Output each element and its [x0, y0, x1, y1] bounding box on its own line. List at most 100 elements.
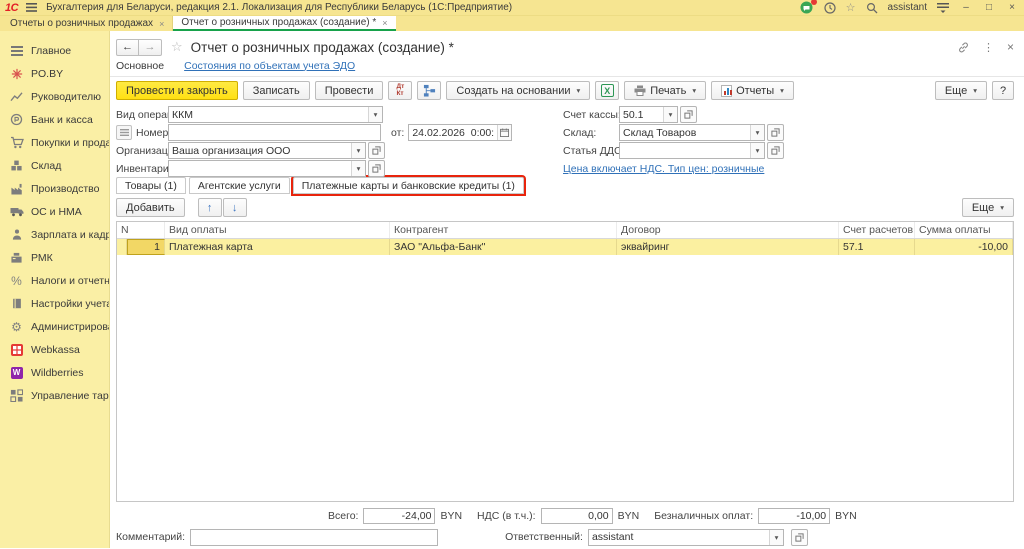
column-header[interactable]: N	[117, 222, 165, 238]
number-input[interactable]	[168, 124, 381, 141]
tab-agent-services[interactable]: Агентские услуги	[188, 177, 290, 194]
save-button[interactable]: Записать	[242, 81, 310, 100]
favorite-star-icon[interactable]: ☆	[171, 39, 183, 55]
create-based-on-button[interactable]: Создать на основании ▾	[446, 81, 591, 100]
inventory-input[interactable]	[169, 161, 351, 176]
sidebar-item-warehouse[interactable]: Склад	[0, 154, 109, 177]
favorites-icon[interactable]: ☆	[846, 1, 856, 14]
calendar-icon[interactable]	[497, 125, 512, 140]
comment-input[interactable]	[190, 528, 439, 546]
forward-button[interactable]: →	[139, 38, 162, 56]
cell-contract[interactable]: эквайринг	[617, 239, 839, 255]
restore-button[interactable]: □	[982, 2, 996, 13]
responsible-open-button[interactable]	[790, 528, 808, 546]
dds-article-open-button[interactable]	[767, 142, 784, 159]
sidebar-item-production[interactable]: Производство	[0, 177, 109, 200]
close-button[interactable]: ×	[1005, 2, 1019, 13]
minimize-button[interactable]: –	[959, 2, 973, 13]
table-row[interactable]: 1 Платежная карта ЗАО "Альфа-Банк" эквай…	[117, 239, 1013, 255]
sidebar-item-salary-hr[interactable]: Зарплата и кадры	[0, 223, 109, 246]
date-field[interactable]	[408, 124, 513, 141]
sidebar-item-po-by[interactable]: PO.BY	[0, 62, 109, 85]
sidebar-item-fixed-assets[interactable]: ОС и НМА	[0, 200, 109, 223]
cell-row-number[interactable]: 1	[127, 239, 165, 255]
table-more-button[interactable]: Еще ▾	[961, 198, 1014, 217]
help-button[interactable]: ?	[992, 81, 1014, 100]
dds-article-select[interactable]: ▾	[619, 142, 765, 159]
sidebar-item-bank-cash[interactable]: Банк и касса	[0, 108, 109, 131]
dropdown-icon[interactable]: ▾	[768, 529, 783, 545]
move-down-button[interactable]: ↓	[222, 198, 247, 217]
organization-select[interactable]: ▾	[168, 142, 366, 159]
tab-goods[interactable]: Товары (1)	[116, 177, 186, 194]
responsible-input[interactable]	[588, 529, 769, 545]
cell-settlement-account[interactable]: 57.1	[839, 239, 915, 255]
dropdown-icon[interactable]: ▾	[750, 125, 764, 140]
warehouse-select[interactable]: ▾	[619, 124, 765, 141]
tab-close-icon[interactable]: ×	[159, 19, 164, 29]
cell-amount[interactable]: -10,00	[915, 239, 1013, 255]
structure-button[interactable]	[417, 81, 442, 100]
inventory-open-button[interactable]	[368, 160, 385, 177]
add-row-button[interactable]: Добавить	[116, 198, 185, 217]
more-dots-icon[interactable]: ⋮	[983, 41, 994, 54]
sidebar-item-main[interactable]: Главное	[0, 39, 109, 62]
number-settings-button[interactable]	[116, 125, 132, 140]
operation-type-input[interactable]	[169, 107, 368, 122]
sidebar-item-accounting-settings[interactable]: Настройки учета	[0, 292, 109, 315]
cell-payment-type[interactable]: Платежная карта	[165, 239, 390, 255]
tab-retail-reports-list[interactable]: Отчеты о розничных продажах ×	[2, 16, 174, 31]
tab-payment-cards[interactable]: Платежные карты и банковские кредиты (1)	[292, 177, 524, 194]
post-and-close-button[interactable]: Провести и закрыть	[116, 81, 238, 100]
table-empty-area[interactable]	[117, 255, 1013, 501]
user-menu-icon[interactable]	[936, 1, 950, 15]
price-includes-vat-link[interactable]: Цена включает НДС. Тип цен: розничные	[563, 163, 764, 175]
sidebar-item-tariff[interactable]: Управление тарифом	[0, 384, 109, 407]
column-header[interactable]: Контрагент	[390, 222, 617, 238]
cash-account-open-button[interactable]	[680, 106, 697, 123]
search-icon[interactable]	[865, 1, 879, 15]
sidebar-item-manager[interactable]: Руководителю	[0, 85, 109, 108]
column-header[interactable]: Счет расчетов	[839, 222, 915, 238]
dropdown-icon[interactable]: ▾	[750, 143, 764, 158]
current-user[interactable]: assistant	[888, 2, 927, 13]
nav-main[interactable]: Основное	[116, 60, 164, 72]
dds-article-input[interactable]	[620, 143, 750, 158]
total-input[interactable]	[363, 507, 436, 524]
dropdown-icon[interactable]: ▾	[351, 143, 365, 158]
cell-counterparty[interactable]: ЗАО "Альфа-Банк"	[390, 239, 617, 255]
nav-link-icon[interactable]	[957, 41, 970, 54]
history-icon[interactable]	[823, 1, 837, 15]
inventory-select[interactable]: ▾	[168, 160, 366, 177]
cashless-input[interactable]	[758, 507, 831, 524]
tab-retail-report-new[interactable]: Отчет о розничных продажах (создание) * …	[173, 16, 396, 31]
responsible-select[interactable]: ▾	[587, 528, 784, 546]
dt-kt-postings-button[interactable]: Дт Кт	[388, 81, 413, 100]
sidebar-item-administration[interactable]: ⚙ Администрирование	[0, 315, 109, 338]
move-up-button[interactable]: ↑	[197, 198, 222, 217]
column-header[interactable]: Сумма оплаты	[915, 222, 1013, 238]
more-button[interactable]: Еще ▾	[934, 81, 987, 100]
sidebar-item-wildberries[interactable]: W Wildberries	[0, 361, 109, 384]
nav-edo-states[interactable]: Состояния по объектам учета ЭДО	[184, 60, 355, 72]
dropdown-icon[interactable]: ▾	[663, 107, 677, 122]
form-close-icon[interactable]: ×	[1007, 40, 1014, 54]
print-button[interactable]: Печать ▾	[624, 81, 707, 100]
vat-input[interactable]	[540, 507, 613, 524]
column-header[interactable]: Вид оплаты	[165, 222, 390, 238]
date-input[interactable]	[409, 125, 498, 140]
cash-account-select[interactable]: ▾	[619, 106, 678, 123]
back-button[interactable]: ←	[116, 38, 139, 56]
dropdown-icon[interactable]: ▾	[368, 107, 382, 122]
organization-open-button[interactable]	[368, 142, 385, 159]
reports-button[interactable]: Отчеты ▾	[711, 81, 794, 100]
sidebar-item-taxes[interactable]: % Налоги и отчетность	[0, 269, 109, 292]
warehouse-open-button[interactable]	[767, 124, 784, 141]
post-button[interactable]: Провести	[314, 81, 384, 100]
dropdown-icon[interactable]: ▾	[351, 161, 365, 176]
warehouse-input[interactable]	[620, 125, 750, 140]
tab-close-icon[interactable]: ×	[382, 18, 387, 28]
cash-account-input[interactable]	[620, 107, 663, 122]
discussions-icon[interactable]	[800, 0, 817, 15]
excel-button[interactable]: X	[595, 81, 620, 100]
